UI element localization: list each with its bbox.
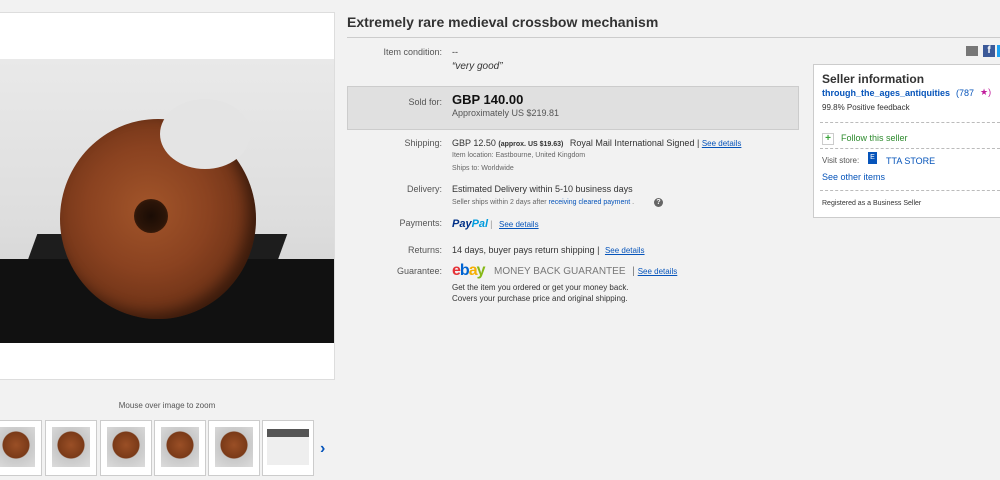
ebay-logo-a: a xyxy=(468,262,478,279)
sold-approx: Approximately US $219.81 xyxy=(452,108,560,118)
ships-to-value: Worldwide xyxy=(481,165,514,172)
guarantee-line-1: Get the item you ordered or get your mon… xyxy=(452,283,629,292)
thumbnail-1[interactable] xyxy=(0,420,42,476)
help-icon[interactable]: ? xyxy=(654,198,663,207)
shipping-service: Royal Mail International Signed | xyxy=(569,138,700,148)
main-product-photo[interactable] xyxy=(0,59,334,343)
item-location-label: Item location: xyxy=(452,152,494,159)
payments-label: Payments: xyxy=(399,218,442,228)
ships-to-label: Ships to: xyxy=(452,165,480,172)
seller-divider xyxy=(820,122,1000,123)
store-icon: E xyxy=(868,152,877,164)
cleared-payment-link[interactable]: receiving cleared payment xyxy=(549,199,631,206)
sold-price: GBP 140.00 xyxy=(452,92,524,107)
delivery-note: Seller ships within 2 days after receivi… xyxy=(452,199,634,206)
follow-seller-link[interactable]: Follow this seller xyxy=(841,133,908,143)
item-location: Item location: Eastbourne, United Kingdo… xyxy=(452,152,585,159)
shipping-see-details-link[interactable]: See details xyxy=(702,139,742,148)
returns-line: 14 days, buyer pays return shipping | Se… xyxy=(452,245,645,255)
thumbnail-6[interactable] xyxy=(262,420,314,476)
sold-label: Sold for: xyxy=(408,97,442,107)
seller-feedback-score[interactable]: (787 xyxy=(956,88,974,98)
paypal-logo-pay: Pay xyxy=(452,218,472,230)
ebay-logo-b: b xyxy=(459,262,470,279)
see-other-items-link[interactable]: See other items xyxy=(822,172,885,182)
ebay-logo-e: e xyxy=(452,262,461,279)
plus-icon[interactable]: + xyxy=(822,133,834,145)
sold-price-box xyxy=(347,86,799,130)
seller-divider xyxy=(820,148,1000,149)
delivery-note-text: Seller ships within 2 days after xyxy=(452,199,547,206)
payments-see-details-link[interactable]: See details xyxy=(499,220,539,229)
ebay-logo: ebay xyxy=(452,262,485,280)
seller-divider xyxy=(820,190,1000,191)
returns-see-details-link[interactable]: See details xyxy=(605,246,645,255)
zoom-note: Mouse over image to zoom xyxy=(118,401,216,410)
delivery-note-dot: . xyxy=(632,199,635,206)
crossbow-nut-hole xyxy=(134,199,168,233)
paypal-logo: PayPal | xyxy=(452,218,493,230)
guarantee-separator: | xyxy=(632,266,635,277)
ships-to: Ships to: Worldwide xyxy=(452,165,514,172)
star-icon: ★) xyxy=(980,87,992,97)
thumbnail-4[interactable] xyxy=(154,420,206,476)
thumbnail-2[interactable] xyxy=(45,420,97,476)
money-back-guarantee: MONEY BACK GUARANTEE | See details xyxy=(494,266,677,277)
condition-quote: “very good” xyxy=(452,61,503,72)
paypal-logo-pal: Pal xyxy=(471,218,489,230)
delivery-label: Delivery: xyxy=(406,184,442,194)
returns-label: Returns: xyxy=(407,245,442,255)
thumbnail-3[interactable] xyxy=(100,420,152,476)
ebay-logo-y: y xyxy=(476,262,486,279)
shipping-approx: (approx. US $19.63) xyxy=(498,141,564,148)
thumbnail-5[interactable] xyxy=(208,420,260,476)
condition-value: -- xyxy=(452,47,458,57)
crossbow-nut-notch xyxy=(160,99,250,169)
seller-name-link[interactable]: through_the_ages_antiquities xyxy=(822,88,950,98)
store-link[interactable]: TTA STORE xyxy=(886,156,935,166)
email-icon[interactable] xyxy=(966,46,978,56)
item-location-value: Eastbourne, United Kingdom xyxy=(495,152,586,159)
guarantee-see-details-link[interactable]: See details xyxy=(638,267,678,276)
shipping-label: Shipping: xyxy=(404,138,442,148)
facebook-icon[interactable]: f xyxy=(983,45,995,57)
title-divider xyxy=(347,37,1000,38)
returns-value: 14 days, buyer pays return shipping | xyxy=(452,245,600,255)
visit-store-label: Visit store: xyxy=(822,156,860,165)
guarantee-label: Guarantee: xyxy=(396,266,442,276)
page-title: Extremely rare medieval crossbow mechani… xyxy=(347,14,659,30)
business-seller-note: Registered as a Business Seller xyxy=(822,200,922,207)
shipping-line: GBP 12.50 (approx. US $19.63) Royal Mail… xyxy=(452,138,741,148)
chevron-right-icon[interactable]: › xyxy=(320,440,325,458)
delivery-value: Estimated Delivery within 5-10 business … xyxy=(452,184,633,194)
guarantee-text: MONEY BACK GUARANTEE xyxy=(494,266,626,277)
seller-positive-feedback: 99.8% Positive feedback xyxy=(822,103,910,112)
condition-label: Item condition: xyxy=(383,47,442,57)
guarantee-line-2: Covers your purchase price and original … xyxy=(452,294,628,303)
shipping-cost: GBP 12.50 xyxy=(452,138,496,148)
seller-info-title: Seller information xyxy=(822,72,925,86)
main-image-frame[interactable] xyxy=(0,12,335,380)
